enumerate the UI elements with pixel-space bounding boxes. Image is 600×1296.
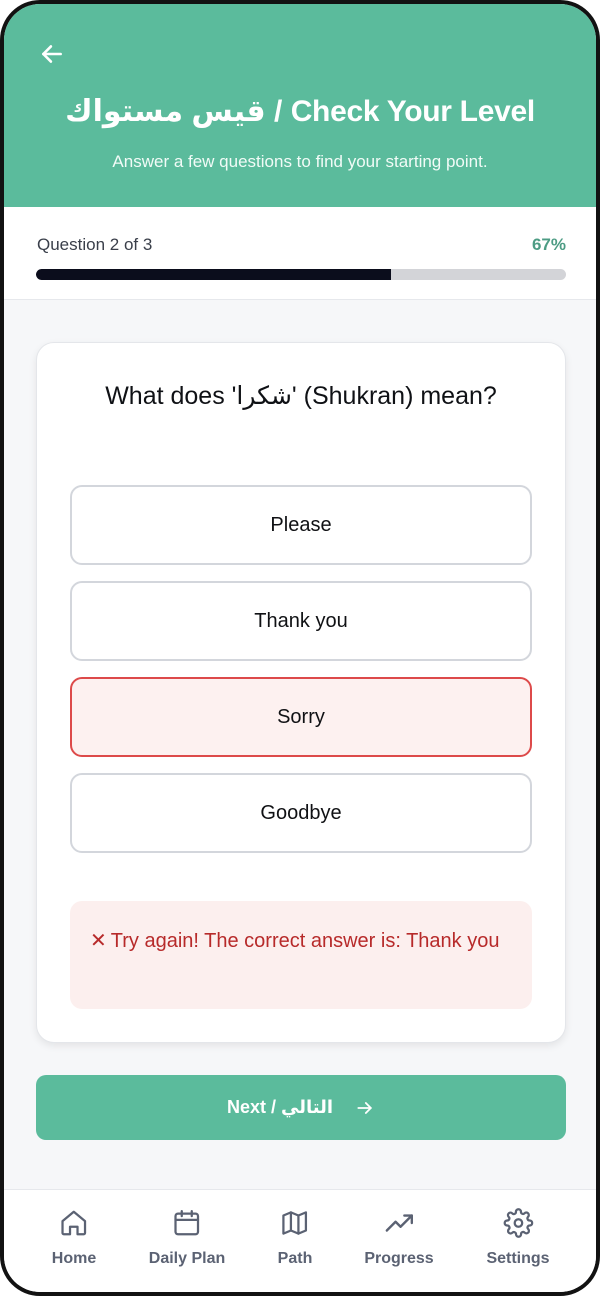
calendar-icon	[172, 1208, 202, 1238]
next-button-label: Next / التالي	[226, 1097, 334, 1117]
answer-option-please[interactable]: Please	[70, 485, 532, 565]
nav-item-path[interactable]: Path	[277, 1208, 313, 1268]
nav-label-daily-plan: Daily Plan	[148, 1250, 226, 1267]
nav-label-home: Home	[51, 1250, 97, 1267]
progress-percent: 67%	[531, 235, 566, 254]
gear-icon	[503, 1208, 533, 1238]
nav-item-progress[interactable]: Progress	[364, 1208, 434, 1268]
x-icon: ✕	[90, 930, 107, 952]
progress-panel: Question 2 of 3 67%	[4, 207, 596, 300]
feedback-message: ✕ Try again! The correct answer is: Thank…	[70, 901, 532, 1009]
arrow-left-icon	[42, 45, 62, 63]
answer-option-goodbye[interactable]: Goodbye	[70, 773, 532, 853]
nav-item-daily-plan[interactable]: Daily Plan	[149, 1208, 225, 1268]
app-screen: قيس مستواك / Check Your Level Answer a f…	[4, 4, 596, 1292]
progress-bar-fill	[36, 269, 392, 280]
map-icon	[280, 1208, 310, 1238]
trending-up-icon	[384, 1208, 414, 1238]
feedback-text: Try again! The correct answer is: Thank …	[110, 930, 500, 952]
answer-option-sorry[interactable]: Sorry	[70, 677, 532, 757]
nav-label-path: Path	[277, 1250, 313, 1267]
next-button[interactable]: Next / التالي	[36, 1075, 566, 1140]
page-subtitle: Answer a few questions to find your star…	[112, 152, 488, 171]
progress-bar	[36, 269, 566, 280]
back-button[interactable]	[34, 36, 70, 72]
device-frame: قيس مستواك / Check Your Level Answer a f…	[0, 0, 600, 1296]
nav-item-settings[interactable]: Settings	[486, 1208, 550, 1268]
question-counter: Question 2 of 3	[37, 235, 153, 254]
nav-label-progress: Progress	[364, 1250, 434, 1267]
arrow-right-icon	[355, 1098, 375, 1118]
header: قيس مستواك / Check Your Level Answer a f…	[4, 4, 596, 207]
question-card: What does 'شكرا' (Shukran) mean? Please …	[36, 342, 566, 1043]
bottom-nav: Home Daily Plan Path Progress Settings	[4, 1189, 596, 1292]
answer-option-thank-you[interactable]: Thank you	[70, 581, 532, 661]
home-icon	[59, 1208, 89, 1238]
question-text: What does 'شكرا' (Shukran) mean?	[105, 382, 497, 410]
nav-item-home[interactable]: Home	[52, 1208, 96, 1268]
page-title: قيس مستواك / Check Your Level	[65, 95, 535, 128]
nav-label-settings: Settings	[486, 1250, 550, 1267]
